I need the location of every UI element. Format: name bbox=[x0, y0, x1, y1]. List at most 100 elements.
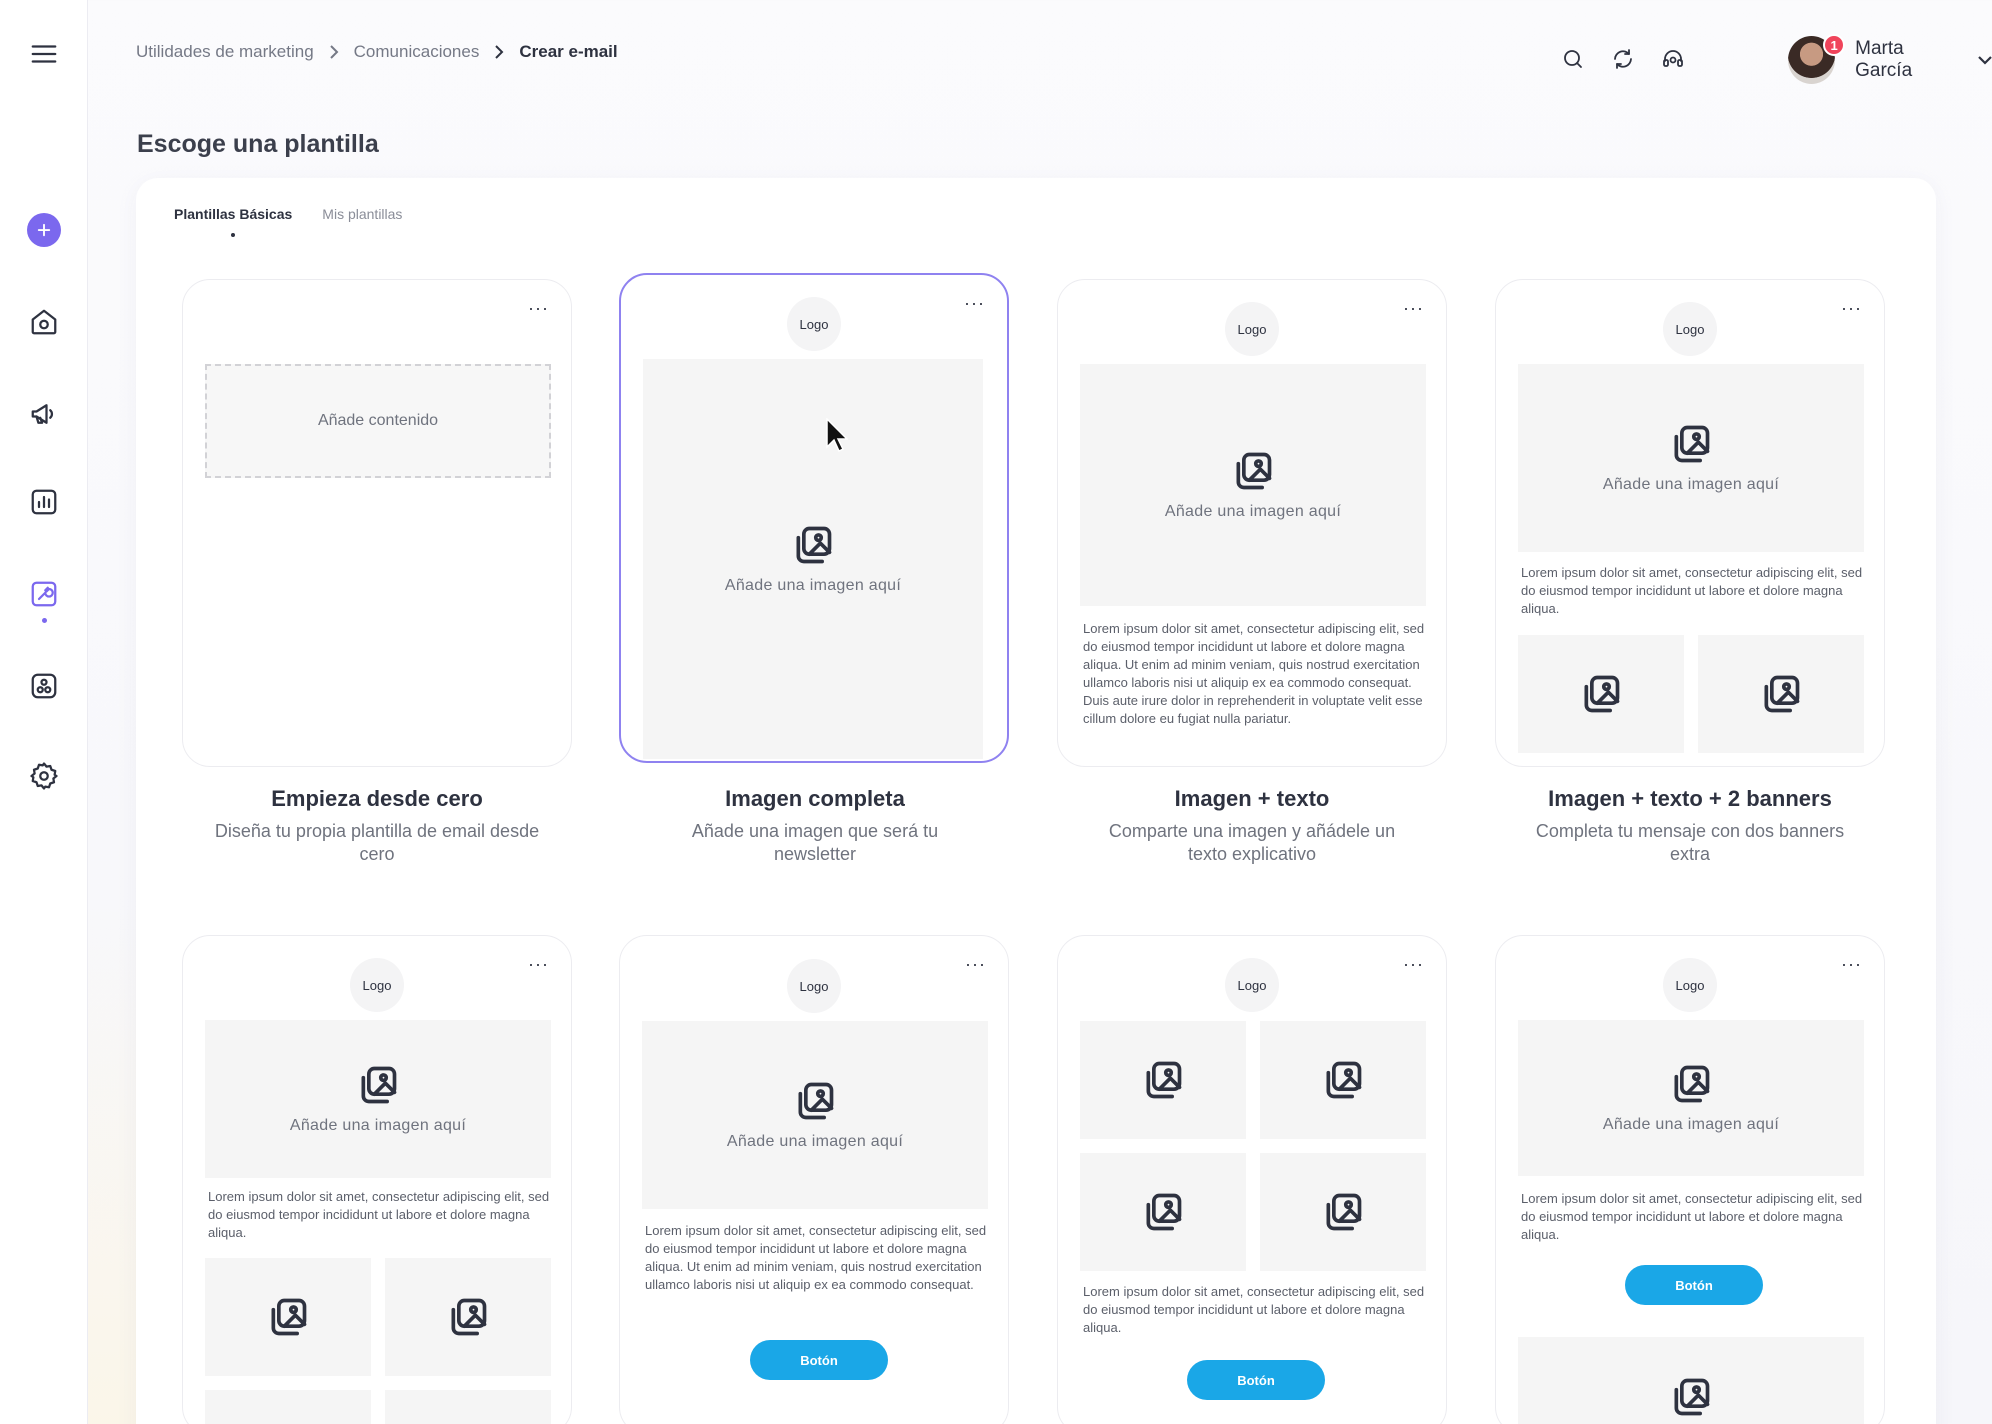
refresh-button[interactable] bbox=[1598, 34, 1648, 84]
menu-icon[interactable] bbox=[24, 34, 64, 74]
template-description: Diseña tu propia plantilla de email desd… bbox=[214, 821, 540, 864]
image-placeholder bbox=[1080, 1021, 1246, 1139]
search-icon bbox=[1564, 50, 1582, 68]
sidebar-item-tools[interactable] bbox=[24, 574, 64, 614]
chevron-right-icon bbox=[493, 45, 505, 59]
breadcrumb-item[interactable]: Comunicaciones bbox=[354, 42, 480, 62]
home-icon bbox=[31, 309, 57, 335]
template-title: Empieza desde cero bbox=[271, 786, 483, 811]
template-card[interactable]: Logo ··· Añade una imagen aquí Lorem ips… bbox=[619, 935, 1009, 1424]
body-text: Lorem ipsum dolor sit amet, consectetur … bbox=[208, 1189, 550, 1240]
body-text: Lorem ipsum dolor sit amet, consectetur … bbox=[1521, 565, 1863, 616]
image-placeholder bbox=[1260, 1021, 1426, 1139]
image-placeholder-label: Añade una imagen aquí bbox=[1602, 1116, 1780, 1133]
user-menu[interactable]: 1 Marta García bbox=[1788, 34, 1992, 84]
template-description: Comparte una imagen y añádele un texto e… bbox=[1108, 821, 1396, 864]
image-icon bbox=[798, 1082, 834, 1120]
image-icon bbox=[796, 526, 832, 564]
image-placeholder bbox=[1260, 1153, 1426, 1271]
image-placeholder-label: Añade una imagen aquí bbox=[724, 577, 902, 594]
image-placeholder: Añade una imagen aquí bbox=[642, 1021, 988, 1209]
logo-placeholder: Logo bbox=[1225, 958, 1279, 1012]
chevron-down-icon bbox=[1978, 55, 1992, 65]
more-options-icon[interactable]: ··· bbox=[1403, 298, 1424, 319]
template-tabs: Plantillas Básicas Mis plantillas bbox=[174, 206, 402, 237]
image-icon bbox=[1674, 1065, 1710, 1103]
image-placeholder: Añade una imagen aquí bbox=[643, 359, 983, 759]
notification-badge: 1 bbox=[1823, 34, 1846, 56]
cta-button: Botón bbox=[1625, 1265, 1763, 1305]
body-text: Lorem ipsum dolor sit amet, consectetur … bbox=[1083, 1284, 1425, 1335]
image-icon bbox=[1764, 675, 1800, 713]
template-title: Imagen + texto + 2 banners bbox=[1548, 786, 1832, 811]
template-card-image-text[interactable]: Logo ··· Añade una imagen aquí Lorem ips… bbox=[1057, 279, 1447, 767]
sidebar-item-home[interactable] bbox=[24, 302, 64, 342]
sidebar-item-reports[interactable] bbox=[24, 482, 64, 522]
banner-placeholder bbox=[1518, 635, 1684, 753]
template-card[interactable]: Logo ··· Lorem ipsum dolor sit amet, con… bbox=[1057, 935, 1447, 1424]
image-icon bbox=[1236, 452, 1272, 490]
image-icon bbox=[451, 1298, 487, 1336]
logo-placeholder: Logo bbox=[1225, 302, 1279, 356]
image-placeholder-label: Añade una imagen aquí bbox=[1602, 476, 1780, 493]
active-indicator bbox=[42, 618, 47, 623]
sidebar-item-campaigns[interactable] bbox=[24, 394, 64, 434]
toolbar bbox=[1548, 34, 1698, 84]
template-card-full-image[interactable]: Logo ··· Añade una imagen aquí bbox=[619, 273, 1009, 763]
more-options-icon[interactable]: ··· bbox=[1841, 954, 1862, 975]
banner-placeholder bbox=[385, 1258, 551, 1376]
sidebar-item-settings[interactable] bbox=[24, 756, 64, 796]
image-placeholder bbox=[1080, 1153, 1246, 1271]
image-icon bbox=[1674, 425, 1710, 463]
more-options-icon[interactable]: ··· bbox=[1403, 954, 1424, 975]
more-options-icon[interactable]: ··· bbox=[964, 293, 985, 314]
image-icon bbox=[1584, 675, 1620, 713]
cta-button: Botón bbox=[750, 1340, 888, 1380]
chevron-right-icon bbox=[328, 45, 340, 59]
body-text: Lorem ipsum dolor sit amet, consectetur … bbox=[1521, 1191, 1863, 1242]
plus-icon bbox=[37, 223, 51, 237]
avatar: 1 bbox=[1788, 34, 1846, 84]
body-text: Lorem ipsum dolor sit amet, consectetur … bbox=[645, 1223, 987, 1292]
banner-placeholder bbox=[1698, 635, 1864, 753]
page-title: Escoge una plantilla bbox=[137, 130, 379, 158]
gear-icon bbox=[30, 762, 58, 790]
sidebar-item-apps[interactable] bbox=[24, 666, 64, 706]
more-options-icon[interactable]: ··· bbox=[528, 298, 549, 319]
mouse-cursor-icon bbox=[826, 418, 848, 452]
image-placeholder bbox=[1518, 1337, 1864, 1424]
template-card[interactable]: Logo ··· Añade una imagen aquí Lorem ips… bbox=[1495, 935, 1885, 1424]
support-button[interactable] bbox=[1648, 34, 1698, 84]
logo-placeholder: Logo bbox=[1663, 302, 1717, 356]
cta-button: Botón bbox=[1187, 1360, 1325, 1400]
template-card-image-text-banners[interactable]: Logo ··· Añade una imagen aquí Lorem ips… bbox=[1495, 279, 1885, 767]
template-description: Completa tu mensaje con dos banners extr… bbox=[1535, 821, 1845, 864]
sidebar bbox=[0, 0, 88, 1424]
logo-placeholder: Logo bbox=[787, 297, 841, 351]
template-title: Imagen completa bbox=[725, 786, 905, 811]
image-placeholder: Añade una imagen aquí bbox=[205, 1020, 551, 1178]
add-content-placeholder: Añade contenido bbox=[205, 364, 551, 478]
template-card-blank[interactable]: ··· Añade contenido bbox=[182, 279, 572, 767]
image-placeholder-label: Añade una imagen aquí bbox=[726, 1133, 904, 1150]
add-button[interactable] bbox=[27, 213, 61, 247]
image-placeholder-label: Añade una imagen aquí bbox=[289, 1117, 467, 1134]
template-card[interactable]: Logo ··· Añade una imagen aquí Lorem ips… bbox=[182, 935, 572, 1424]
user-name: Marta García bbox=[1855, 38, 1913, 81]
body-text: Lorem ipsum dolor sit amet, consectetur … bbox=[1083, 621, 1425, 726]
logo-placeholder: Logo bbox=[1663, 958, 1717, 1012]
tab-basic-templates[interactable]: Plantillas Básicas bbox=[174, 206, 292, 237]
more-options-icon[interactable]: ··· bbox=[965, 954, 986, 975]
more-options-icon[interactable]: ··· bbox=[1841, 298, 1862, 319]
search-button[interactable] bbox=[1548, 34, 1598, 84]
chart-icon bbox=[31, 489, 57, 515]
banner-placeholder bbox=[205, 1258, 371, 1376]
template-title: Imagen + texto bbox=[1174, 786, 1330, 811]
breadcrumb-item[interactable]: Utilidades de marketing bbox=[136, 42, 314, 62]
headset-icon bbox=[1663, 50, 1683, 67]
tab-my-templates[interactable]: Mis plantillas bbox=[322, 206, 402, 222]
more-options-icon[interactable]: ··· bbox=[528, 954, 549, 975]
image-icon bbox=[1146, 1193, 1182, 1231]
image-icon bbox=[1326, 1061, 1362, 1099]
image-icon bbox=[1146, 1061, 1182, 1099]
